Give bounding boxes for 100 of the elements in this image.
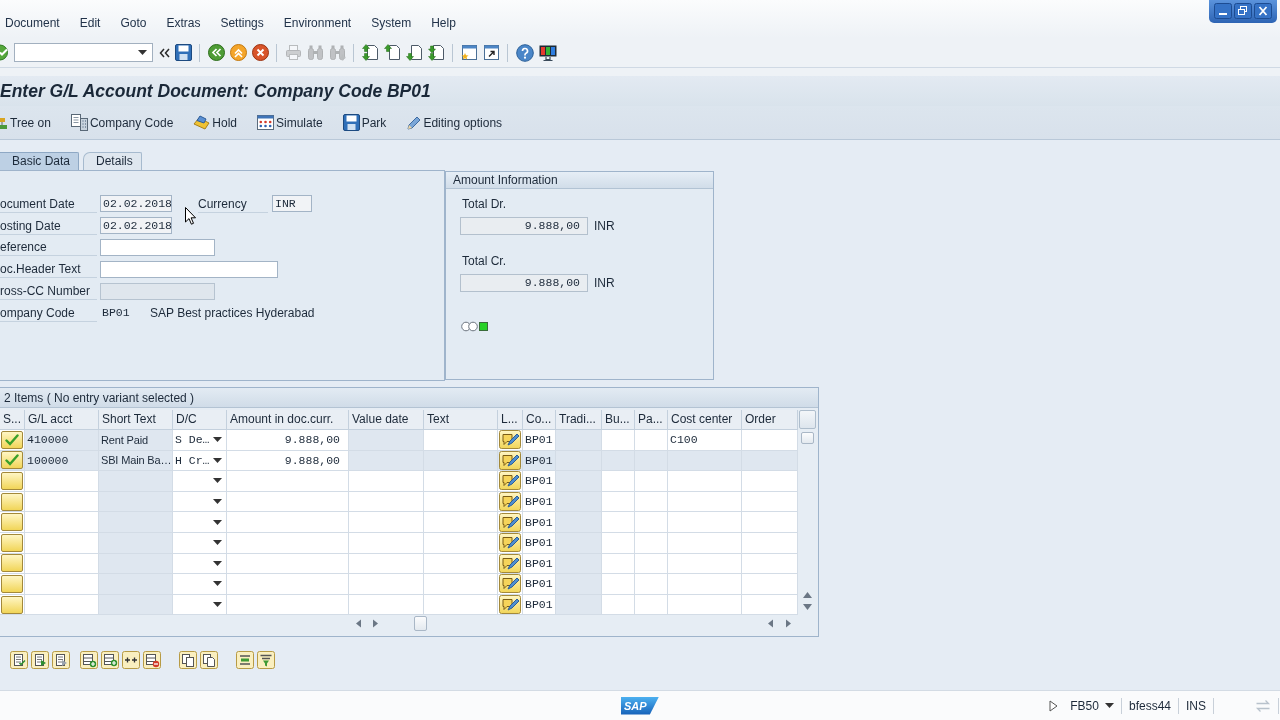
- column-header[interactable]: Co...: [523, 410, 556, 430]
- page-up-arrow-icon[interactable]: [384, 44, 401, 61]
- close-icon[interactable]: [1254, 3, 1272, 19]
- dropdown-field[interactable]: [173, 512, 227, 533]
- note-pencil-icon[interactable]: [499, 492, 521, 512]
- column-header[interactable]: G/L acct: [25, 410, 99, 430]
- page-down-arrow-icon[interactable]: [406, 44, 423, 61]
- input-cell[interactable]: [742, 430, 798, 451]
- input-cell[interactable]: [227, 532, 349, 554]
- date-field[interactable]: 02.02.2018: [100, 217, 172, 235]
- note-pencil-icon[interactable]: [499, 430, 521, 450]
- input-cell[interactable]: [602, 430, 635, 451]
- minimize-icon[interactable]: [1214, 3, 1232, 19]
- pages-icon[interactable]: [200, 651, 218, 669]
- input-cell[interactable]: [424, 471, 498, 492]
- dropdown-field[interactable]: [173, 471, 227, 492]
- arrows-icon[interactable]: [1255, 698, 1271, 713]
- menu-item[interactable]: System: [371, 15, 412, 31]
- row-selector-button[interactable]: [1, 472, 23, 490]
- input-cell[interactable]: [635, 471, 668, 492]
- tree-on-button[interactable]: Tree on: [0, 112, 51, 133]
- scrollbar-thumb[interactable]: [801, 432, 814, 444]
- input-cell[interactable]: [349, 574, 424, 595]
- company-code-button[interactable]: Company Code: [70, 112, 174, 133]
- row-selector-button[interactable]: [1, 595, 23, 614]
- input-cell[interactable]: [227, 553, 349, 575]
- input-cell[interactable]: [349, 471, 424, 492]
- row-selector-button[interactable]: [1, 492, 23, 511]
- double-plus-icon[interactable]: [122, 651, 140, 669]
- input-cell[interactable]: [227, 491, 349, 513]
- dropdown-field[interactable]: [173, 532, 227, 554]
- input-cell[interactable]: [227, 594, 349, 616]
- help-icon[interactable]: [516, 43, 534, 62]
- tab[interactable]: Details: [83, 152, 142, 170]
- column-header[interactable]: D/C: [173, 410, 227, 430]
- scroll-up-icon[interactable]: [803, 592, 812, 599]
- dropdown-field[interactable]: [173, 491, 227, 513]
- column-header[interactable]: Tradi...: [556, 410, 602, 430]
- date-field[interactable]: 02.02.2018: [100, 195, 172, 213]
- input-field[interactable]: [100, 239, 215, 256]
- row-selector-button[interactable]: [1, 451, 23, 470]
- input-cell[interactable]: [227, 512, 349, 533]
- input-cell[interactable]: [227, 471, 349, 492]
- restore-icon[interactable]: [1234, 3, 1252, 19]
- scroll-left-icon[interactable]: [767, 619, 774, 629]
- column-header[interactable]: Value date: [349, 410, 424, 430]
- dropdown-field[interactable]: S De…: [173, 430, 227, 451]
- rows-plus-icon[interactable]: [80, 651, 98, 669]
- simulate-button[interactable]: Simulate: [257, 112, 323, 133]
- input-cell[interactable]: [668, 512, 742, 533]
- copy-icon[interactable]: [179, 651, 197, 669]
- column-header[interactable]: Short Text: [99, 410, 173, 430]
- note-pencil-icon[interactable]: [499, 553, 521, 573]
- exit-icon[interactable]: [230, 44, 247, 61]
- dropdown-field[interactable]: [173, 553, 227, 575]
- menu-item[interactable]: Settings: [220, 15, 264, 31]
- input-cell[interactable]: [227, 574, 349, 595]
- page-up-down-arrows-icon[interactable]: [362, 44, 379, 61]
- dropdown-field[interactable]: H Cr…: [173, 450, 227, 472]
- input-cell[interactable]: [424, 532, 498, 554]
- list-pointer-icon[interactable]: [52, 651, 70, 669]
- column-header[interactable]: S...: [0, 410, 25, 430]
- list-play-icon[interactable]: [31, 651, 49, 669]
- input-cell[interactable]: [668, 471, 742, 492]
- input-cell[interactable]: [635, 430, 668, 451]
- note-pencil-icon[interactable]: [499, 533, 521, 553]
- caret-down-icon[interactable]: [1104, 703, 1114, 708]
- input-cell[interactable]: [668, 532, 742, 554]
- input-cell[interactable]: [602, 471, 635, 492]
- back-icon[interactable]: [208, 44, 225, 61]
- column-header[interactable]: Cost center: [668, 410, 742, 430]
- column-header[interactable]: L...: [498, 410, 523, 430]
- input-cell[interactable]: [424, 430, 498, 451]
- input-cell[interactable]: [424, 574, 498, 595]
- column-header[interactable]: Pa...: [635, 410, 668, 430]
- menu-item[interactable]: Edit: [79, 15, 101, 31]
- scroll-left-icon[interactable]: [355, 619, 362, 629]
- input-cell[interactable]: [602, 532, 635, 554]
- cancel-icon[interactable]: [252, 44, 269, 61]
- input-cell[interactable]: [635, 574, 668, 595]
- row-selector-button[interactable]: [1, 554, 23, 573]
- rows-add-icon[interactable]: [101, 651, 119, 669]
- note-pencil-icon[interactable]: [499, 512, 521, 532]
- menu-item[interactable]: Environment: [283, 15, 352, 31]
- input-cell[interactable]: [349, 532, 424, 554]
- scroll-right-icon[interactable]: [372, 619, 379, 629]
- editing-options-button[interactable]: Editing options: [406, 112, 503, 133]
- page-down-arrows-icon[interactable]: [428, 44, 445, 61]
- command-field[interactable]: [14, 43, 153, 62]
- column-header[interactable]: Text: [424, 410, 498, 430]
- row-selector-button[interactable]: [1, 430, 23, 449]
- save-icon[interactable]: [175, 44, 192, 61]
- play-icon[interactable]: [1049, 699, 1059, 712]
- list-check-icon[interactable]: [10, 651, 28, 669]
- menu-item[interactable]: Document: [5, 15, 60, 31]
- park-button[interactable]: Park: [342, 112, 387, 133]
- input-cell[interactable]: [424, 594, 498, 616]
- row-selector-button[interactable]: [1, 513, 23, 532]
- currency-field[interactable]: INR: [272, 195, 312, 213]
- note-pencil-icon[interactable]: [499, 471, 521, 491]
